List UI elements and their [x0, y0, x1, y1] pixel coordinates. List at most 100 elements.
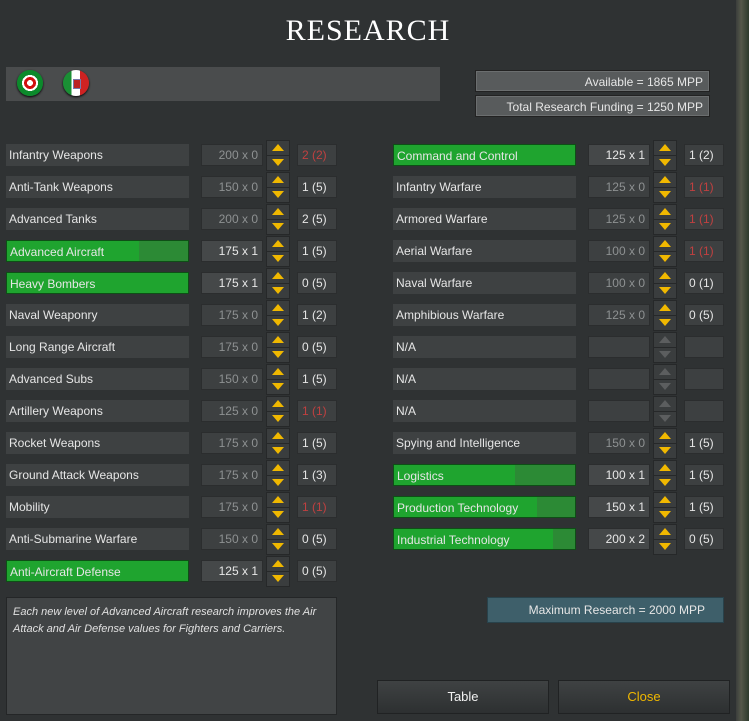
decrease-arrow-icon[interactable] — [659, 159, 671, 166]
decrease-arrow-icon[interactable] — [272, 319, 284, 326]
decrease-arrow-icon[interactable] — [659, 287, 671, 294]
increase-arrow-icon[interactable] — [659, 240, 671, 247]
increase-arrow-icon[interactable] — [272, 560, 284, 567]
increase-arrow-icon[interactable] — [272, 368, 284, 375]
research-label[interactable]: Anti-Aircraft Defense — [6, 560, 189, 582]
decrease-arrow-icon[interactable] — [272, 415, 284, 422]
research-label[interactable]: Ground Attack Weapons — [6, 464, 189, 486]
decrease-arrow-icon[interactable] — [272, 543, 284, 550]
spinner-divider — [654, 507, 676, 508]
decrease-arrow-icon[interactable] — [659, 191, 671, 198]
increase-arrow-icon[interactable] — [272, 400, 284, 407]
increase-arrow-icon[interactable] — [272, 272, 284, 279]
research-label-text: Armored Warfare — [396, 212, 488, 226]
decrease-arrow-icon[interactable] — [272, 159, 284, 166]
research-label[interactable]: Long Range Aircraft — [6, 336, 189, 358]
increase-arrow-icon[interactable] — [272, 528, 284, 535]
increase-arrow-icon[interactable] — [272, 496, 284, 503]
research-label[interactable]: Anti-Tank Weapons — [6, 176, 189, 198]
research-spinner — [653, 300, 677, 331]
research-label[interactable]: Rocket Weapons — [6, 432, 189, 454]
increase-arrow-icon[interactable] — [272, 208, 284, 215]
decrease-arrow-icon[interactable] — [659, 383, 671, 390]
increase-arrow-icon[interactable] — [659, 304, 671, 311]
research-label[interactable]: Advanced Tanks — [6, 208, 189, 230]
research-label[interactable]: N/A — [393, 336, 576, 358]
increase-arrow-icon[interactable] — [659, 336, 671, 343]
research-cost — [588, 336, 650, 358]
research-level: 1 (5) — [297, 240, 337, 262]
increase-arrow-icon[interactable] — [272, 336, 284, 343]
decrease-arrow-icon[interactable] — [659, 479, 671, 486]
research-label[interactable]: Spying and Intelligence — [393, 432, 576, 454]
research-level: 1 (5) — [297, 368, 337, 390]
research-label[interactable]: N/A — [393, 400, 576, 422]
research-label[interactable]: Industrial Technology — [393, 528, 576, 550]
research-label[interactable]: Advanced Aircraft — [6, 240, 189, 262]
decrease-arrow-icon[interactable] — [659, 511, 671, 518]
decrease-arrow-icon[interactable] — [659, 319, 671, 326]
research-label[interactable]: N/A — [393, 368, 576, 390]
decrease-arrow-icon[interactable] — [272, 575, 284, 582]
decrease-arrow-icon[interactable] — [659, 415, 671, 422]
decrease-arrow-icon[interactable] — [659, 255, 671, 262]
research-label[interactable]: Mobility — [6, 496, 189, 518]
research-label[interactable]: Advanced Subs — [6, 368, 189, 390]
decrease-arrow-icon[interactable] — [272, 223, 284, 230]
research-label[interactable]: Armored Warfare — [393, 208, 576, 230]
increase-arrow-icon[interactable] — [659, 464, 671, 471]
increase-arrow-icon[interactable] — [659, 496, 671, 503]
decrease-arrow-icon[interactable] — [272, 383, 284, 390]
close-button[interactable]: Close — [558, 680, 730, 714]
research-level: 1 (1) — [297, 496, 337, 518]
research-label[interactable]: Aerial Warfare — [393, 240, 576, 262]
increase-arrow-icon[interactable] — [272, 304, 284, 311]
research-label[interactable]: Naval Warfare — [393, 272, 576, 294]
research-cost: 125 x 1 — [588, 144, 650, 166]
increase-arrow-icon[interactable] — [272, 464, 284, 471]
increase-arrow-icon[interactable] — [659, 144, 671, 151]
research-label[interactable]: Infantry Warfare — [393, 176, 576, 198]
research-spinner — [653, 364, 677, 395]
increase-arrow-icon[interactable] — [659, 432, 671, 439]
increase-arrow-icon[interactable] — [272, 432, 284, 439]
increase-arrow-icon[interactable] — [659, 208, 671, 215]
decrease-arrow-icon[interactable] — [272, 447, 284, 454]
research-cost: 175 x 0 — [201, 336, 263, 358]
research-label[interactable]: Command and Control — [393, 144, 576, 166]
italy-flag-icon[interactable] — [63, 70, 89, 96]
increase-arrow-icon[interactable] — [272, 144, 284, 151]
increase-arrow-icon[interactable] — [272, 240, 284, 247]
research-label[interactable]: Heavy Bombers — [6, 272, 189, 294]
research-label-text: Amphibious Warfare — [396, 308, 505, 322]
decrease-arrow-icon[interactable] — [272, 511, 284, 518]
decrease-arrow-icon[interactable] — [659, 447, 671, 454]
decrease-arrow-icon[interactable] — [272, 255, 284, 262]
table-button[interactable]: Table — [377, 680, 549, 714]
increase-arrow-icon[interactable] — [659, 400, 671, 407]
spinner-divider — [267, 283, 289, 284]
research-label[interactable]: Logistics — [393, 464, 576, 486]
increase-arrow-icon[interactable] — [659, 528, 671, 535]
research-label[interactable]: Artillery Weapons — [6, 400, 189, 422]
decrease-arrow-icon[interactable] — [659, 351, 671, 358]
increase-arrow-icon[interactable] — [659, 272, 671, 279]
increase-arrow-icon[interactable] — [659, 368, 671, 375]
decrease-arrow-icon[interactable] — [659, 223, 671, 230]
research-label[interactable]: Infantry Weapons — [6, 144, 189, 166]
research-label[interactable]: Amphibious Warfare — [393, 304, 576, 326]
research-label-text: Naval Warfare — [396, 276, 473, 290]
decrease-arrow-icon[interactable] — [272, 287, 284, 294]
spinner-divider — [654, 347, 676, 348]
decrease-arrow-icon[interactable] — [272, 191, 284, 198]
research-cost: 100 x 0 — [588, 240, 650, 262]
increase-arrow-icon[interactable] — [272, 176, 284, 183]
decrease-arrow-icon[interactable] — [272, 351, 284, 358]
increase-arrow-icon[interactable] — [659, 176, 671, 183]
research-label[interactable]: Production Technology — [393, 496, 576, 518]
decrease-arrow-icon[interactable] — [272, 479, 284, 486]
portugal-roundel-icon[interactable] — [17, 70, 43, 96]
decrease-arrow-icon[interactable] — [659, 543, 671, 550]
research-label[interactable]: Naval Weaponry — [6, 304, 189, 326]
research-label[interactable]: Anti-Submarine Warfare — [6, 528, 189, 550]
